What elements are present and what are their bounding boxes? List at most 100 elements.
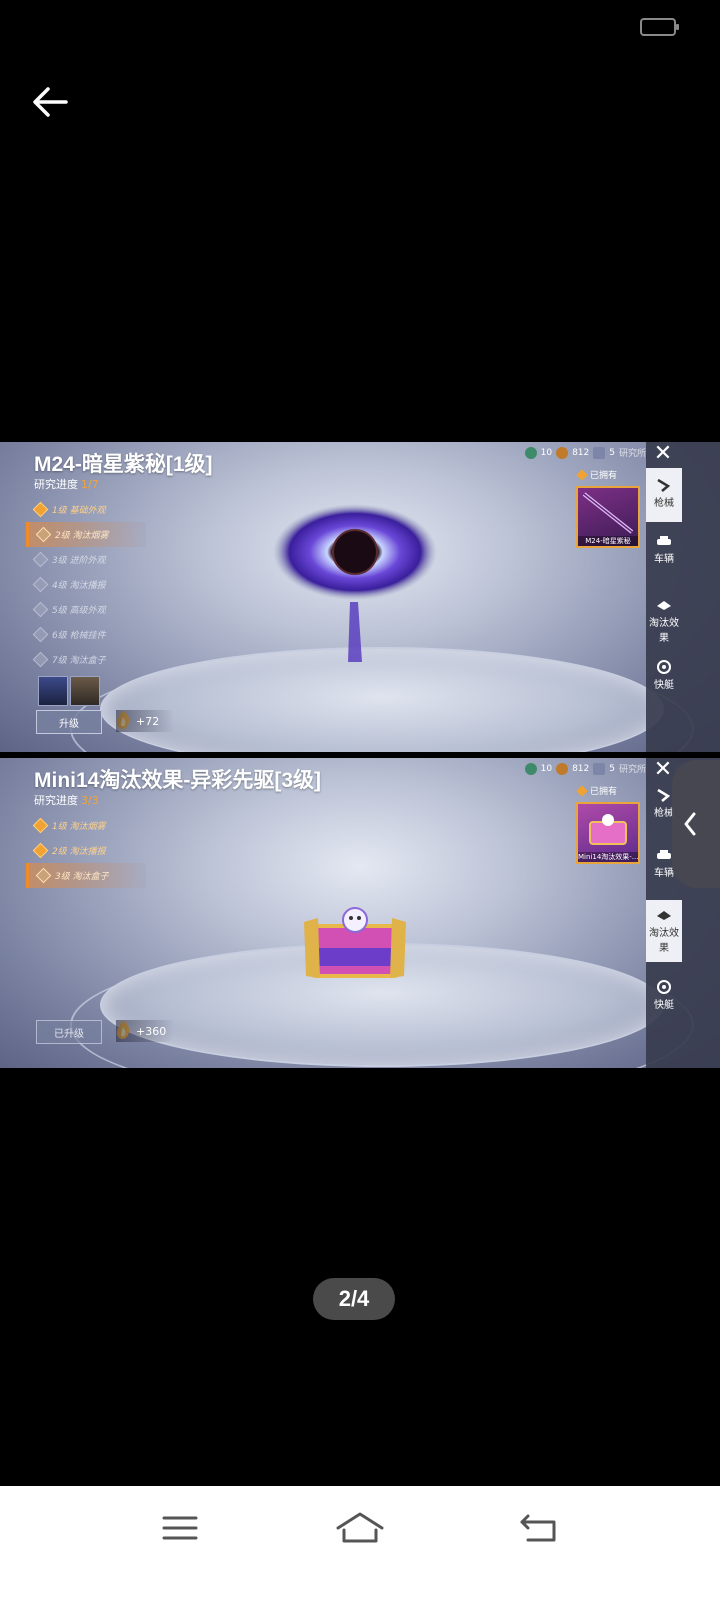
level-diamond-icon	[32, 576, 49, 593]
level-diamond-icon	[32, 651, 49, 668]
menu-button[interactable]	[150, 1508, 210, 1548]
level-diamond-icon	[32, 601, 49, 618]
research-label: 研究所	[618, 449, 646, 459]
card-icon	[593, 762, 606, 775]
research-label: 研究所	[618, 765, 646, 775]
sidebar-tab-label: 车辆	[654, 868, 674, 879]
sidebar-tab-label: 淘汰效果	[649, 618, 679, 644]
progress-value: 3/3	[81, 794, 99, 807]
research-progress: 研究进度 1/7	[34, 476, 99, 492]
medal-icon	[556, 446, 569, 459]
level-diamond-icon	[35, 867, 52, 884]
card-icon	[593, 446, 606, 459]
skin-title: Mini14淘汰效果-异彩先驱[3级]	[34, 769, 322, 792]
page-indicator: 2/4	[313, 1278, 395, 1320]
home-icon	[336, 1512, 384, 1543]
item-thumbnail[interactable]: M24-暗星紫秘	[576, 486, 640, 548]
currency-value: 812	[572, 447, 590, 458]
back-arrow-icon	[33, 87, 68, 117]
coin-icon	[524, 762, 537, 775]
research-progress: 研究进度 3/3	[34, 792, 99, 808]
elimination-effect-icon	[657, 601, 671, 610]
level-label: 2级 淘汰播报	[52, 847, 106, 857]
level-label: 7级 淘汰盒子	[52, 656, 106, 666]
sidebar-tab-label: 枪械	[654, 498, 674, 509]
level-label: 3级 淘汰盒子	[55, 872, 109, 882]
side-collapse-handle[interactable]	[672, 760, 720, 888]
level-item[interactable]: 2级 淘汰烟雾	[26, 522, 146, 547]
return-button[interactable]	[510, 1508, 570, 1548]
owned-label: 已拥有	[590, 471, 618, 481]
currency-value: 5	[609, 447, 615, 458]
progress-label: 研究进度	[34, 478, 78, 491]
level-item[interactable]: 7级 淘汰盒子	[26, 647, 146, 672]
skin-title: M24-暗星紫秘[1级]	[34, 453, 213, 476]
boat-icon	[657, 660, 671, 674]
sidebar-tab-boats[interactable]: 快艇	[646, 980, 682, 1011]
rifle-image	[582, 492, 634, 534]
material-item[interactable]	[38, 676, 68, 706]
sidebar-tab-guns[interactable]: 枪械	[646, 468, 682, 522]
currency-value: 10	[540, 763, 553, 774]
item-thumbnail[interactable]: Mini14淘汰效果-...	[576, 802, 640, 864]
progress-label: 研究进度	[34, 794, 78, 807]
currency-value: 5	[609, 763, 615, 774]
car-icon	[657, 850, 671, 859]
sidebar-tab-label: 快艇	[654, 680, 674, 691]
side-collapse-icon	[684, 812, 696, 836]
level-item[interactable]: 5级 高级外观	[26, 597, 146, 622]
gun-icon	[657, 788, 671, 802]
level-label: 1级 淘汰烟雾	[52, 822, 106, 832]
level-item[interactable]: 6级 枪械挂件	[26, 622, 146, 647]
owned-label: 已拥有	[590, 787, 618, 797]
level-diamond-icon	[32, 626, 49, 643]
level-diamond-icon	[35, 526, 52, 543]
close-button[interactable]: ✕	[652, 759, 674, 782]
level-diamond-icon	[32, 842, 49, 859]
loot-box-preview	[304, 907, 406, 978]
owned-indicator: 已拥有	[576, 468, 618, 481]
screenshot-panel-2: Mini14淘汰效果-异彩先驱[3级] 研究进度 3/3 1级 淘汰烟雾 2级 淘…	[0, 758, 720, 1068]
sidebar-tab-label: 淘汰效果	[649, 928, 679, 954]
item-label: Mini14淘汰效果-...	[578, 852, 638, 862]
currency-value: 10	[540, 447, 553, 458]
level-item[interactable]: 3级 淘汰盒子	[26, 863, 146, 888]
level-diamond-icon	[32, 817, 49, 834]
level-label: 3级 进阶外观	[52, 556, 106, 566]
screenshot-panel-1: M24-暗星紫秘[1级] 研究进度 1/7 1级 基础外观 2级 淘汰烟雾 3级 …	[0, 442, 720, 752]
menu-icon	[162, 1516, 198, 1540]
progress-value: 1/7	[81, 478, 99, 491]
currency-bar: 10 812 5 研究所	[524, 446, 646, 459]
owned-diamond-icon	[576, 468, 588, 481]
level-item[interactable]: 4级 淘汰播报	[26, 572, 146, 597]
currency-bar: 10 812 5 研究所	[524, 762, 646, 775]
sidebar-tab-effects[interactable]: 淘汰效果	[646, 900, 682, 962]
close-button[interactable]: ✕	[652, 443, 674, 466]
owned-indicator: 已拥有	[576, 784, 618, 797]
loot-box-thumbnail-image	[589, 814, 627, 845]
medal-icon	[556, 762, 569, 775]
upgrade-button[interactable]: 升级	[36, 710, 102, 734]
level-item[interactable]: 2级 淘汰播报	[26, 838, 146, 863]
sidebar-tab-effects[interactable]: 淘汰效果	[646, 598, 682, 644]
sidebar-tab-label: 枪械	[654, 808, 674, 819]
sidebar-tab-label: 快艇	[654, 1000, 674, 1011]
skin-preview-vortex	[273, 504, 437, 662]
level-item[interactable]: 3级 进阶外观	[26, 547, 146, 572]
sidebar-tab-boats[interactable]: 快艇	[646, 660, 682, 691]
sidebar-tab-vehicles[interactable]: 车辆	[646, 534, 682, 565]
back-button[interactable]	[28, 80, 72, 124]
level-list: 1级 淘汰烟雾 2级 淘汰播报 3级 淘汰盒子	[26, 813, 146, 888]
material-item[interactable]	[70, 676, 100, 706]
level-item[interactable]: 1级 基础外观	[26, 497, 146, 522]
research-points: +72	[116, 710, 174, 732]
owned-diamond-icon	[576, 784, 588, 797]
level-item[interactable]: 1级 淘汰烟雾	[26, 813, 146, 838]
upgraded-button[interactable]: 已升级	[36, 1020, 102, 1044]
level-label: 5级 高级外观	[52, 606, 106, 616]
item-label: M24-暗星紫秘	[578, 536, 638, 546]
home-button[interactable]	[330, 1508, 390, 1548]
level-list: 1级 基础外观 2级 淘汰烟雾 3级 进阶外观 4级 淘汰播报 5级 高级外观 …	[26, 497, 146, 672]
coin-icon	[524, 446, 537, 459]
level-label: 2级 淘汰烟雾	[55, 531, 109, 541]
